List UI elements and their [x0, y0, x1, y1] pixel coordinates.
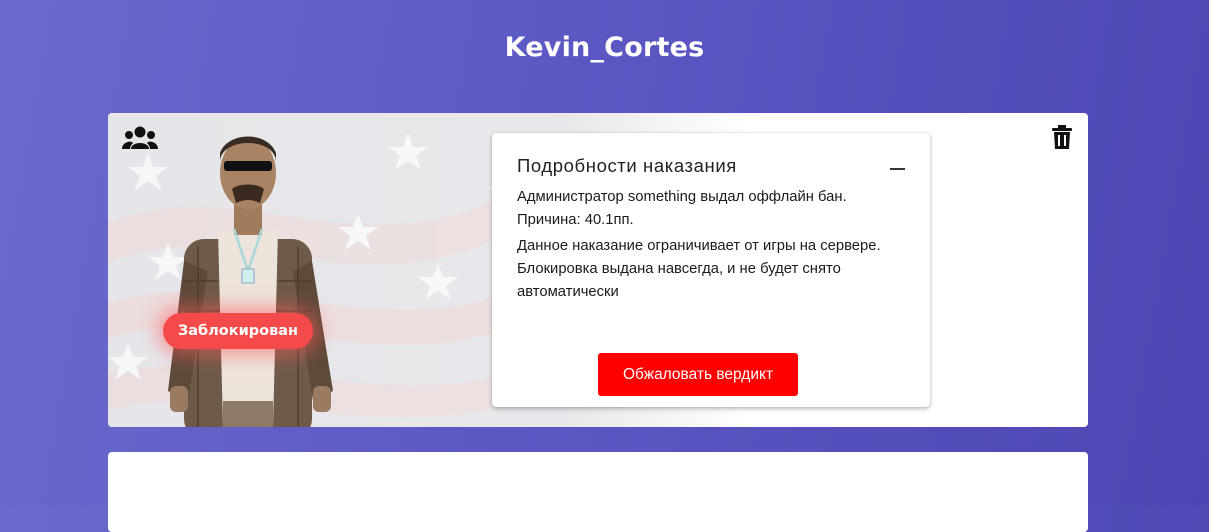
punishment-details-panel: Подробности наказания Администратор some…: [492, 133, 930, 407]
punishment-description-text: Данное наказание ограничивает от игры на…: [517, 238, 881, 300]
secondary-card: [108, 452, 1088, 532]
users-group-icon: [122, 126, 158, 149]
punishment-details-title: Подробности наказания: [517, 155, 737, 176]
profile-card: Заблокирован Подробности наказания Админ…: [108, 113, 1088, 427]
status-badge: Заблокирован: [163, 313, 313, 349]
appeal-verdict-button[interactable]: Обжаловать вердикт: [598, 353, 798, 396]
character-avatar: [168, 136, 333, 427]
page-title: Kevin_Cortes: [504, 32, 705, 63]
punishment-reason-text: Администратор something выдал оффлайн ба…: [517, 189, 847, 228]
trash-icon[interactable]: [1052, 125, 1072, 149]
minus-icon[interactable]: [890, 168, 905, 170]
